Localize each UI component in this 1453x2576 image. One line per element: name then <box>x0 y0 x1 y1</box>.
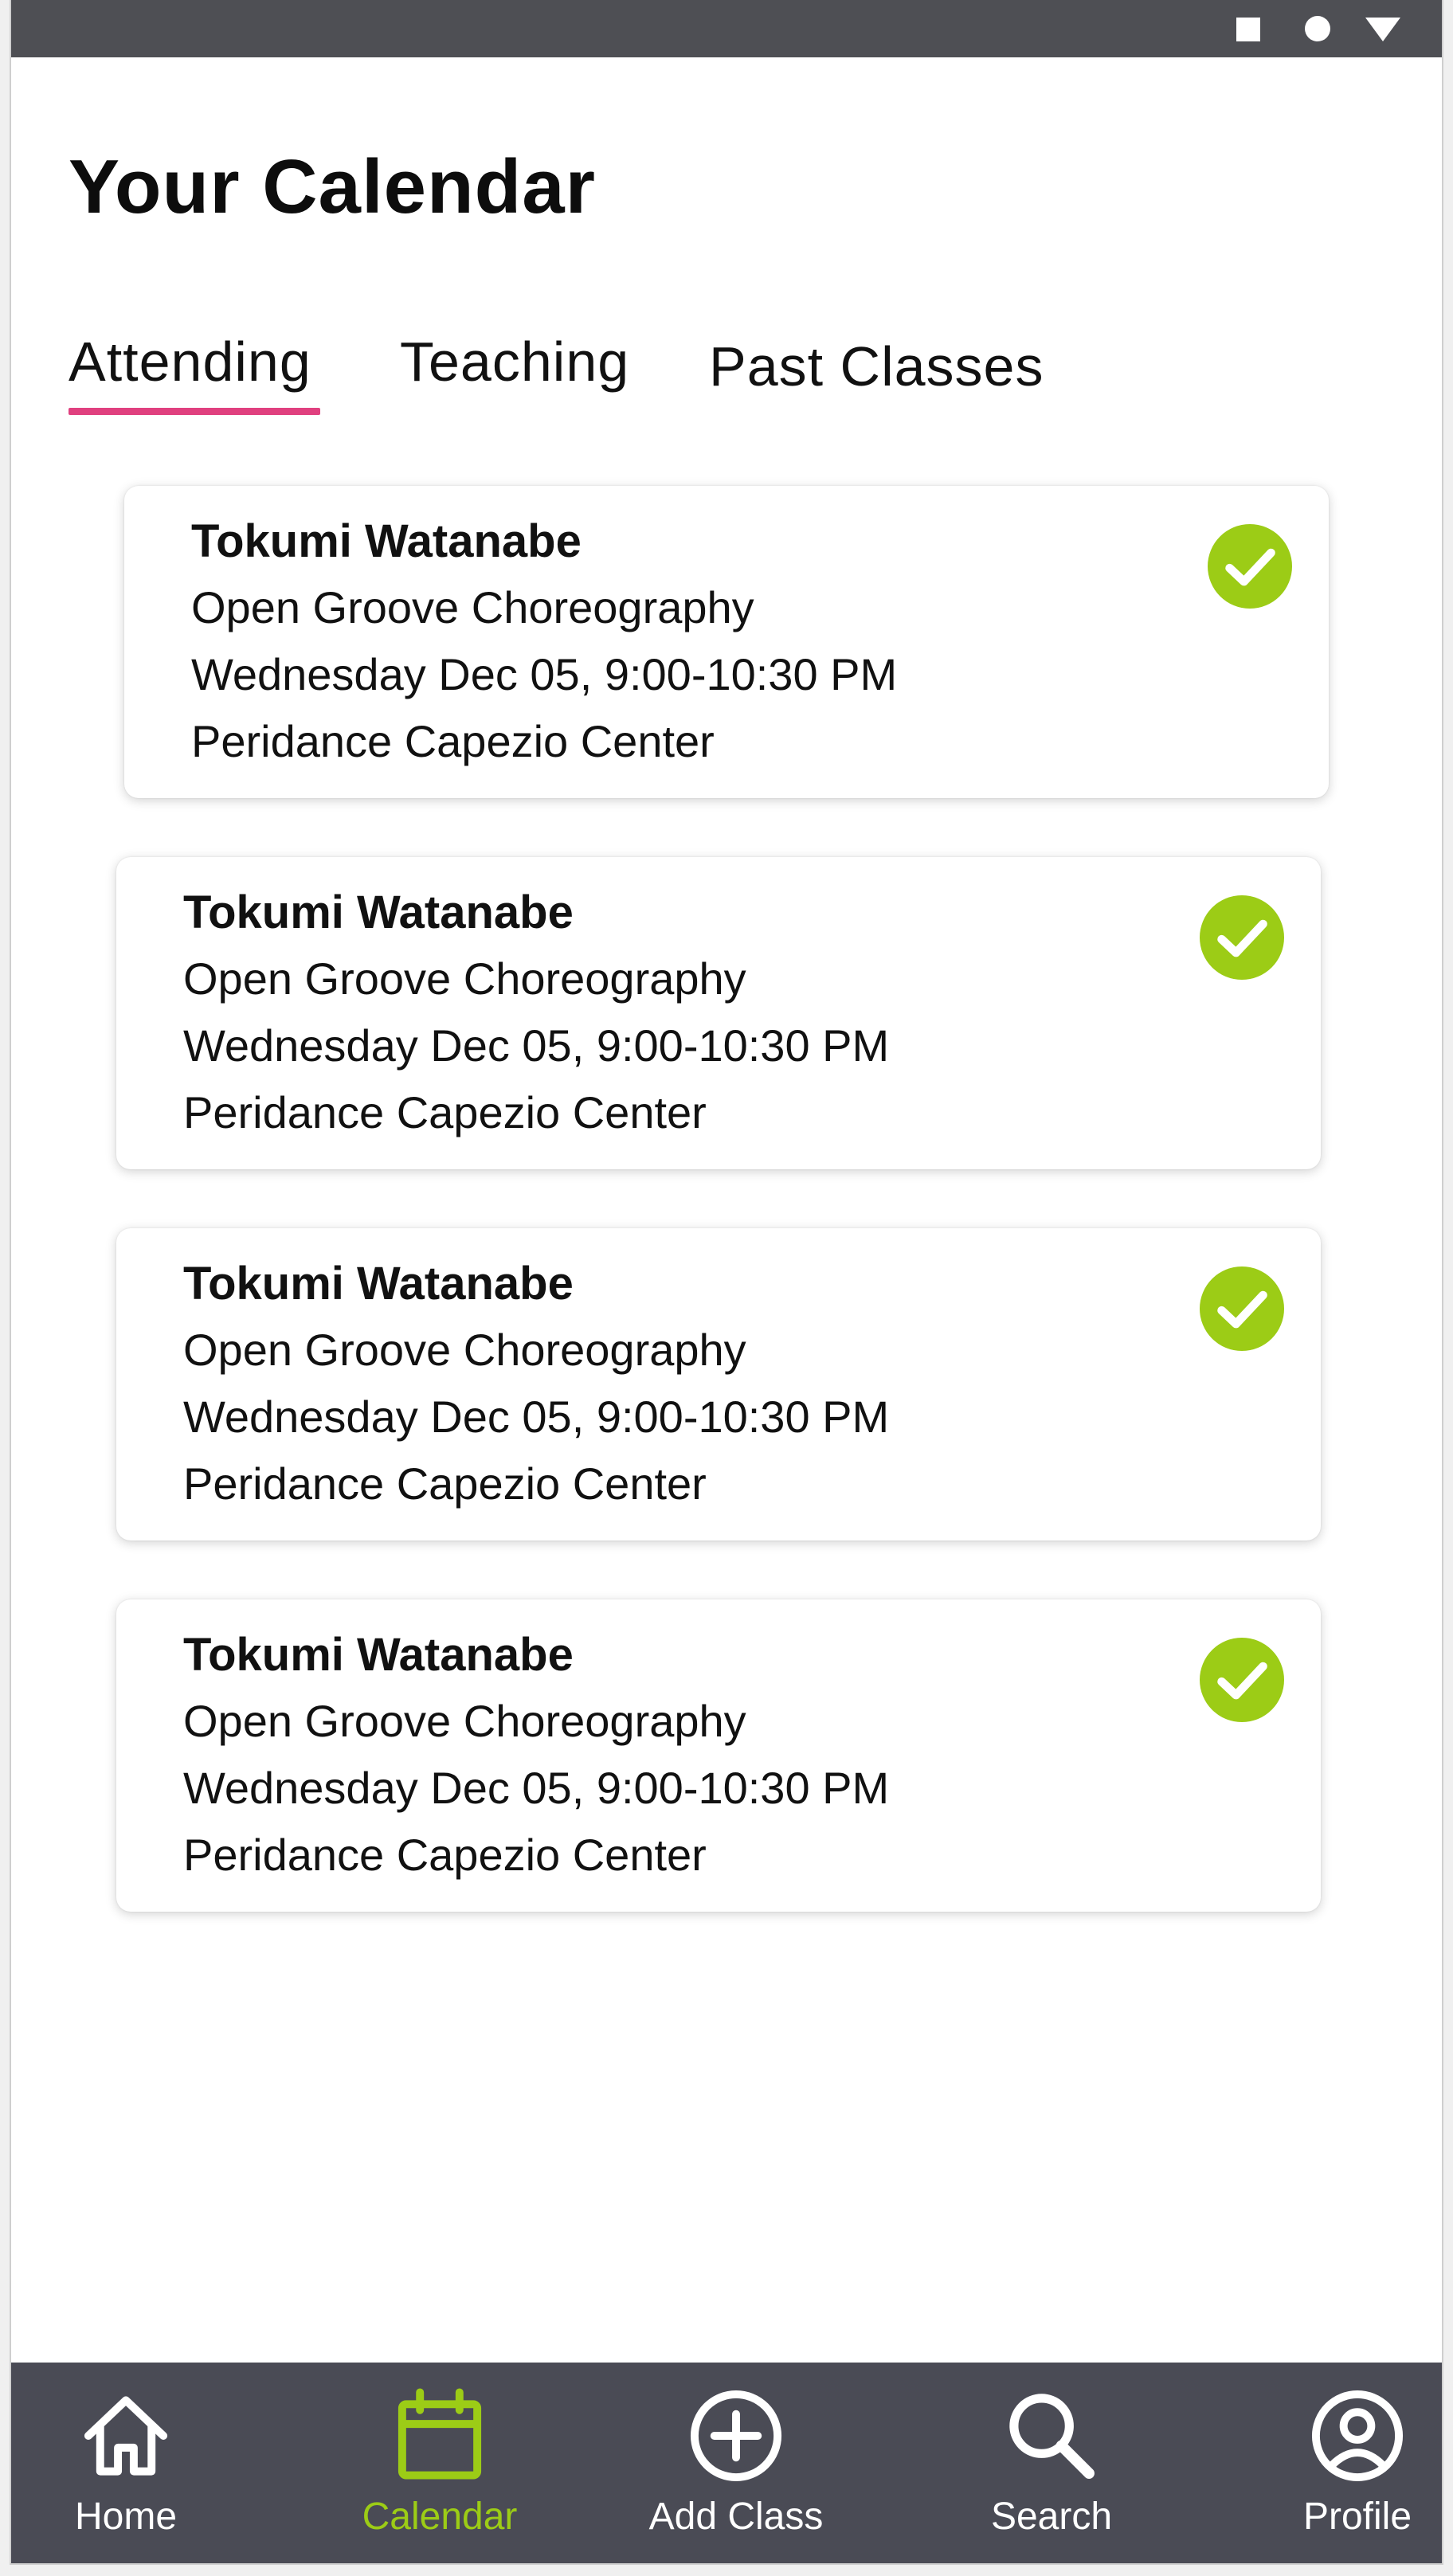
card-location: Peridance Capezio Center <box>183 1458 707 1509</box>
class-card[interactable]: Tokumi Watanabe Open Groove Choreography… <box>124 486 1329 798</box>
page-title: Your Calendar <box>69 144 597 229</box>
nav-label-profile: Profile <box>1302 2496 1412 2538</box>
card-class-name: Open Groove Choreography <box>191 582 754 632</box>
card-class-name: Open Groove Choreography <box>183 1325 746 1375</box>
square-icon <box>1236 18 1260 41</box>
card-instructor: Tokumi Watanabe <box>183 1258 574 1310</box>
tab-teaching[interactable]: Teaching <box>400 330 629 393</box>
check-circle-icon <box>1208 524 1292 609</box>
status-bar <box>11 0 1442 57</box>
search-icon <box>1009 2394 1095 2479</box>
bottom-nav: Home Calendar Add Class Search Profile <box>11 2363 1442 2563</box>
card-location: Peridance Capezio Center <box>183 1087 707 1137</box>
card-location: Peridance Capezio Center <box>183 1830 707 1880</box>
check-circle-icon <box>1200 1638 1284 1722</box>
nav-item-home[interactable]: Home <box>22 2363 229 2563</box>
card-datetime: Wednesday Dec 05, 9:00-10:30 PM <box>183 1020 890 1071</box>
nav-item-search[interactable]: Search <box>948 2363 1155 2563</box>
home-icon <box>84 2396 168 2476</box>
nav-item-add-class[interactable]: Add Class <box>633 2363 840 2563</box>
add-circle-icon <box>690 2390 782 2482</box>
check-circle-icon <box>1200 1266 1284 1351</box>
card-instructor: Tokumi Watanabe <box>183 1629 574 1681</box>
card-class-name: Open Groove Choreography <box>183 1696 746 1746</box>
nav-label-calendar: Calendar <box>362 2496 518 2538</box>
circle-icon <box>1305 16 1330 41</box>
nav-item-profile[interactable]: Profile <box>1254 2363 1442 2563</box>
tab-past-classes[interactable]: Past Classes <box>709 335 1044 398</box>
calendar-icon <box>398 2388 482 2480</box>
class-card[interactable]: Tokumi Watanabe Open Groove Choreography… <box>116 857 1321 1169</box>
card-datetime: Wednesday Dec 05, 9:00-10:30 PM <box>183 1763 890 1813</box>
check-circle-icon <box>1200 895 1284 980</box>
card-instructor: Tokumi Watanabe <box>191 515 582 567</box>
profile-icon <box>1311 2390 1404 2482</box>
card-datetime: Wednesday Dec 05, 9:00-10:30 PM <box>183 1392 890 1442</box>
triangle-icon <box>1365 18 1400 41</box>
nav-item-calendar[interactable]: Calendar <box>336 2363 543 2563</box>
active-tab-indicator <box>69 408 320 415</box>
app-screen: Your Calendar Attending Teaching Past Cl… <box>10 0 1443 2565</box>
class-card[interactable]: Tokumi Watanabe Open Groove Choreography… <box>116 1228 1321 1541</box>
card-datetime: Wednesday Dec 05, 9:00-10:30 PM <box>191 649 898 699</box>
card-class-name: Open Groove Choreography <box>183 953 746 1004</box>
card-location: Peridance Capezio Center <box>191 716 715 766</box>
class-card[interactable]: Tokumi Watanabe Open Groove Choreography… <box>116 1599 1321 1912</box>
tab-attending[interactable]: Attending <box>69 330 311 393</box>
nav-label-home: Home <box>74 2496 178 2538</box>
nav-label-add-class: Add Class <box>648 2496 824 2538</box>
nav-label-search: Search <box>990 2496 1113 2538</box>
card-instructor: Tokumi Watanabe <box>183 887 574 938</box>
